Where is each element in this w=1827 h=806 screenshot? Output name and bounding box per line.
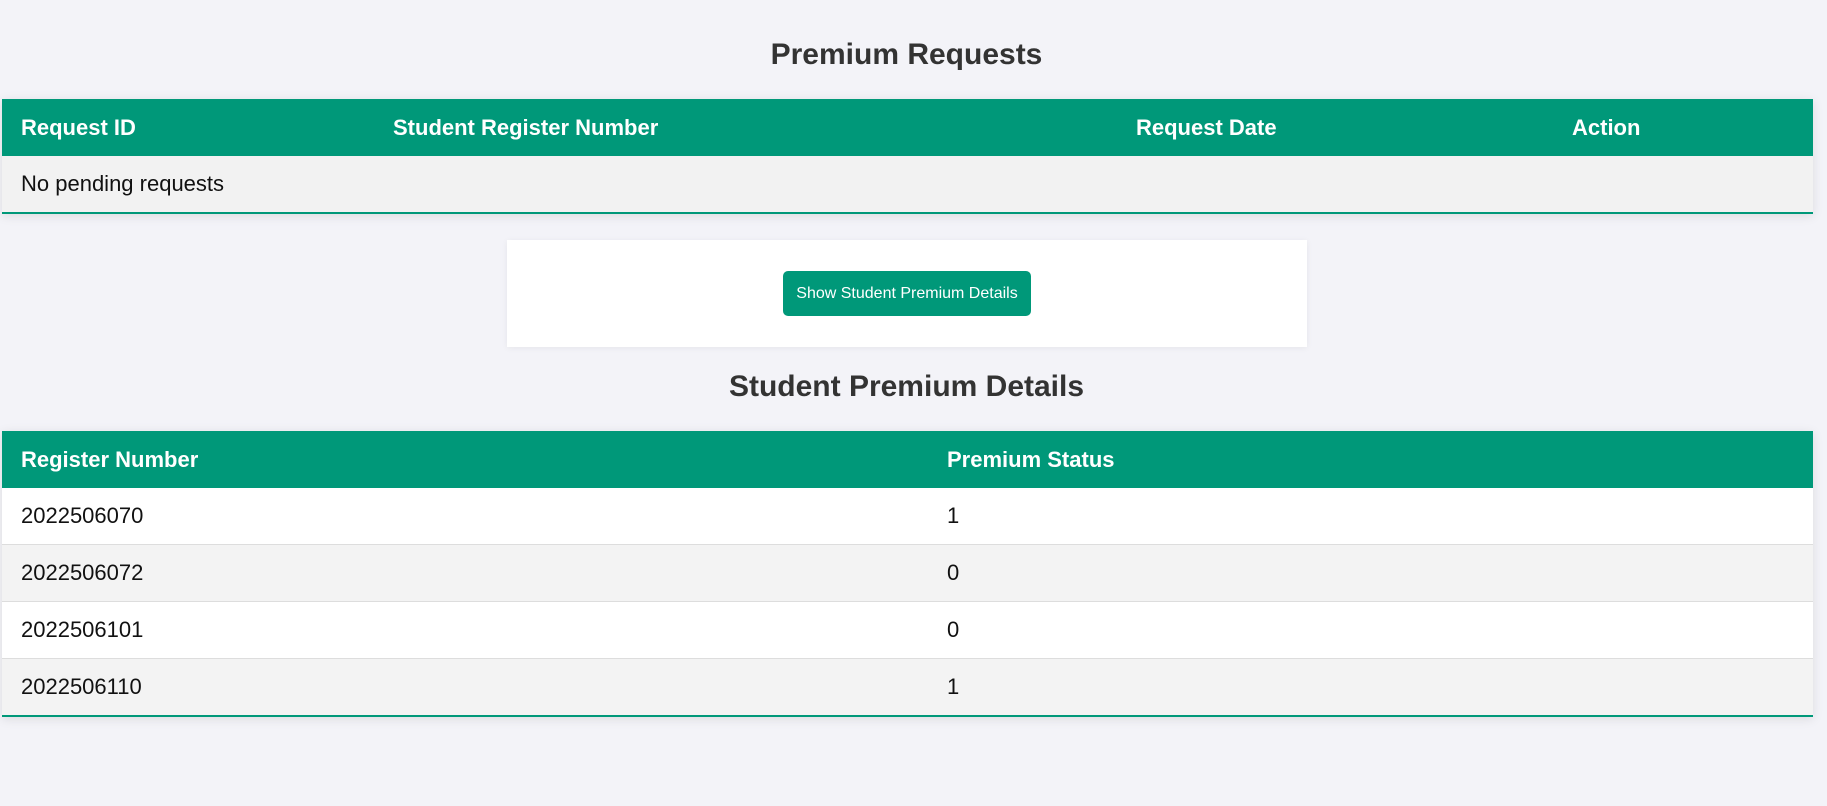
table-row: 2022506070 1: [2, 488, 1813, 545]
student-premium-details-table: Register Number Premium Status 202250607…: [2, 431, 1813, 715]
register-number-cell: 2022506101: [2, 601, 928, 659]
register-number-cell: 2022506072: [2, 544, 928, 602]
table-header-row: Register Number Premium Status: [2, 431, 1813, 488]
column-header-premium-status: Premium Status: [947, 446, 1115, 472]
empty-state-message: No pending requests: [21, 171, 225, 196]
column-header-register-number: Register Number: [21, 446, 199, 472]
table-row: 2022506101 0: [2, 601, 1813, 659]
student-premium-details-title: Student Premium Details: [728, 370, 1085, 403]
register-number-cell: 2022506110: [21, 674, 142, 699]
premium-requests-title: Premium Requests: [770, 38, 1043, 71]
column-header-action: Action: [1572, 114, 1641, 140]
toggle-button-card: Show Student Premium Details: [507, 240, 1307, 347]
table-row: No pending requests: [2, 156, 1813, 212]
column-header-student-register-number: Student Register Number: [393, 114, 659, 140]
premium-requests-table-container: Request ID Student Register Number Reque…: [2, 99, 1813, 214]
show-student-premium-details-button[interactable]: Show Student Premium Details: [783, 271, 1031, 316]
premium-status-cell: 1: [928, 488, 1813, 545]
register-number-cell: 2022506070: [2, 488, 928, 545]
column-header-request-id: Request ID: [21, 114, 136, 140]
premium-requests-table: Request ID Student Register Number Reque…: [2, 99, 1813, 212]
table-row: 2022506072 0: [2, 544, 1813, 602]
student-premium-details-table-container: Register Number Premium Status 202250607…: [2, 431, 1813, 717]
table-row: 2022506110 1: [2, 658, 1813, 715]
page: Premium Requests Request ID Student Regi…: [0, 0, 1827, 806]
premium-status-cell: 0: [928, 544, 1813, 602]
premium-status-cell: 1: [947, 674, 960, 699]
column-header-request-date: Request Date: [1136, 114, 1277, 140]
premium-status-cell: 0: [928, 601, 1813, 659]
table-header-row: Request ID Student Register Number Reque…: [2, 99, 1813, 156]
